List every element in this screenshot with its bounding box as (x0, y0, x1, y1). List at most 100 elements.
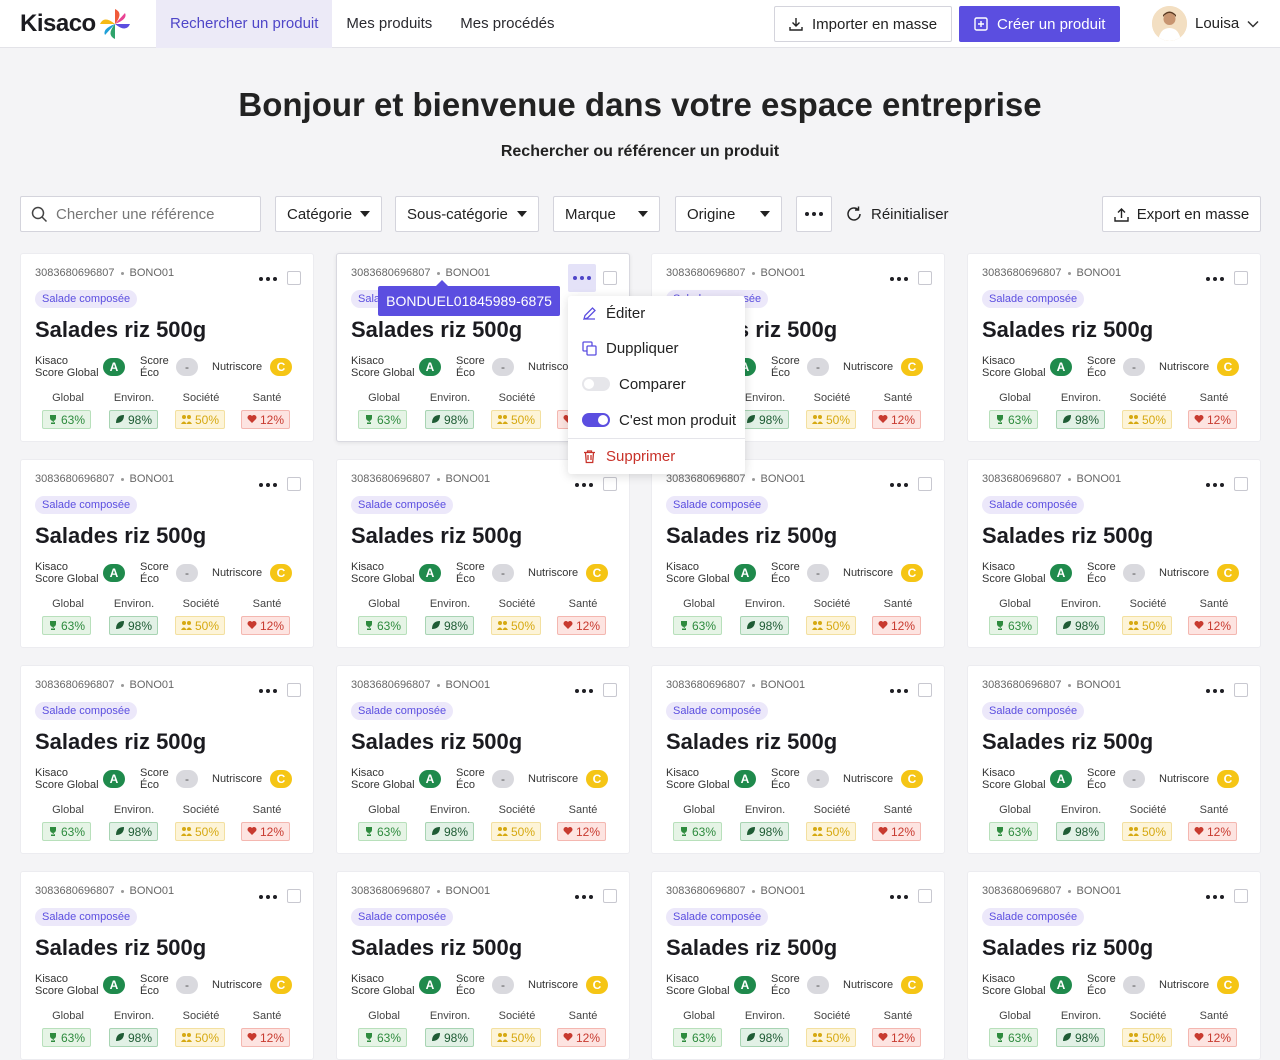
product-card[interactable]: 3083680696807 BONO01 Salade composée Salade… (651, 459, 945, 648)
product-name[interactable]: Salades riz 500g (351, 317, 522, 343)
eco-score-label: Score Éco (140, 767, 169, 791)
card-select-checkbox[interactable] (287, 477, 301, 491)
card-menu-button[interactable] (1204, 684, 1226, 698)
product-name[interactable]: Salades riz 500g (982, 523, 1153, 549)
product-name[interactable]: Salades riz 500g (982, 729, 1153, 755)
card-select-checkbox[interactable] (918, 271, 932, 285)
more-filters-button[interactable] (796, 196, 832, 232)
brand-logo[interactable]: Kisaco (0, 0, 156, 48)
card-menu-button[interactable] (888, 890, 910, 904)
card-menu-button[interactable] (257, 890, 279, 904)
card-select-checkbox[interactable] (918, 889, 932, 903)
product-name[interactable]: Salades riz 500g (666, 935, 837, 961)
subcategory-select[interactable]: Sous-catégorie (395, 196, 539, 232)
product-name[interactable]: Salades riz 500g (351, 729, 522, 755)
nav-search-product[interactable]: Rechercher un produit (156, 0, 333, 48)
card-select-checkbox[interactable] (1234, 271, 1248, 285)
product-name[interactable]: Salades riz 500g (35, 317, 206, 343)
reset-button[interactable]: Réinitialiser (845, 196, 949, 232)
user-menu[interactable]: Louisa (1152, 6, 1259, 41)
product-card[interactable]: 3083680696807 BONO01 Salade composée Salade… (336, 459, 630, 648)
card-select-checkbox[interactable] (603, 683, 617, 697)
eco-score-label: Score Éco (456, 355, 485, 379)
card-menu-button[interactable] (888, 272, 910, 286)
environment-score: 98% (740, 822, 790, 841)
card-menu-button[interactable] (257, 684, 279, 698)
card-select-checkbox[interactable] (1234, 477, 1248, 491)
product-card[interactable]: 3083680696807 BONO01 Salade composée Salade… (651, 871, 945, 1060)
card-select-checkbox[interactable] (287, 889, 301, 903)
compare-menu-item[interactable]: Comparer (568, 367, 745, 401)
global-score: 63% (358, 616, 408, 635)
eco-grade-badge: - (1123, 976, 1145, 994)
card-menu-button[interactable] (573, 478, 595, 492)
eco-grade-badge: - (807, 564, 829, 582)
card-select-checkbox[interactable] (603, 477, 617, 491)
card-select-checkbox[interactable] (287, 271, 301, 285)
society-score: 50% (491, 822, 542, 841)
category-select[interactable]: Catégorie (275, 196, 382, 232)
card-menu-button[interactable] (573, 684, 595, 698)
create-product-button[interactable]: Créer un produit (959, 6, 1121, 42)
card-menu-button[interactable] (257, 478, 279, 492)
card-menu-button[interactable] (1204, 890, 1226, 904)
product-card[interactable]: 3083680696807 BONO01 Salade composée Salade… (336, 665, 630, 854)
product-card[interactable]: 3083680696807 BONO01 Salade composée Salade… (967, 459, 1261, 648)
search-input[interactable] (56, 205, 246, 223)
card-menu-button[interactable] (568, 264, 596, 292)
card-select-checkbox[interactable] (287, 683, 301, 697)
product-name[interactable]: Salades riz 500g (351, 935, 522, 961)
product-card[interactable]: 3083680696807 BONO01 Salade composée Salade… (20, 665, 314, 854)
separator-dot (120, 477, 124, 481)
product-ref: BONO01 (445, 473, 491, 485)
nav-my-processes[interactable]: Mes procédés (446, 0, 568, 48)
duplicate-menu-item[interactable]: Duppliquer (568, 331, 745, 365)
product-name[interactable]: Salades riz 500g (666, 729, 837, 755)
category-tag: Salade composée (35, 496, 138, 514)
card-menu-button[interactable] (888, 684, 910, 698)
product-name[interactable]: Salades riz 500g (666, 523, 837, 549)
separator-dot (1067, 477, 1071, 481)
product-name[interactable]: Salades riz 500g (982, 317, 1153, 343)
product-card[interactable]: 3083680696807 BONO01 Salade composée Salade… (20, 459, 314, 648)
card-select-checkbox[interactable] (603, 889, 617, 903)
card-select-checkbox[interactable] (1234, 683, 1248, 697)
product-card[interactable]: 3083680696807 BONO01 Salade composée Salade… (967, 253, 1261, 442)
kisaco-grade-badge: A (1050, 564, 1072, 582)
card-select-checkbox[interactable] (918, 477, 932, 491)
card-select-checkbox[interactable] (603, 271, 617, 285)
bulk-export-button[interactable]: Export en masse (1102, 196, 1261, 232)
edit-menu-item[interactable]: Éditer (568, 296, 745, 330)
separator-dot (1067, 889, 1071, 893)
nav-my-products[interactable]: Mes produits (332, 0, 446, 48)
caret-down-icon (517, 211, 527, 217)
product-name[interactable]: Salades riz 500g (35, 935, 206, 961)
card-select-checkbox[interactable] (1234, 889, 1248, 903)
card-menu-button[interactable] (1204, 478, 1226, 492)
my-product-menu-item[interactable]: C'est mon produit (568, 403, 745, 437)
pencil-icon (583, 306, 596, 320)
product-name[interactable]: Salades riz 500g (35, 523, 206, 549)
product-card[interactable]: 3083680696807 BONO01 Salade composée Salade… (336, 871, 630, 1060)
product-ref: BONO01 (760, 267, 806, 279)
card-menu-button[interactable] (888, 478, 910, 492)
my-product-toggle[interactable] (582, 413, 610, 427)
card-menu-button[interactable] (1204, 272, 1226, 286)
product-card[interactable]: 3083680696807 BONO01 Salade composée Salade… (651, 665, 945, 854)
brand-select[interactable]: Marque (553, 196, 660, 232)
card-menu-button[interactable] (573, 890, 595, 904)
product-name[interactable]: Salades riz 500g (351, 523, 522, 549)
product-card[interactable]: 3083680696807 BONO01 Salade composée Salade… (967, 665, 1261, 854)
product-card[interactable]: 3083680696807 BONO01 Salade composée Salade… (20, 253, 314, 442)
product-name[interactable]: Salades riz 500g (982, 935, 1153, 961)
card-menu-button[interactable] (257, 272, 279, 286)
compare-toggle[interactable] (582, 377, 610, 391)
product-card[interactable]: 3083680696807 BONO01 Salade composée Salade… (967, 871, 1261, 1060)
delete-menu-item[interactable]: Supprimer (568, 439, 745, 473)
origin-select[interactable]: Origine (675, 196, 782, 232)
card-select-checkbox[interactable] (918, 683, 932, 697)
product-name[interactable]: Salades riz 500g (35, 729, 206, 755)
global-score: 63% (358, 1028, 408, 1047)
product-card[interactable]: 3083680696807 BONO01 Salade composée Salade… (20, 871, 314, 1060)
bulk-import-button[interactable]: Importer en masse (774, 6, 953, 42)
